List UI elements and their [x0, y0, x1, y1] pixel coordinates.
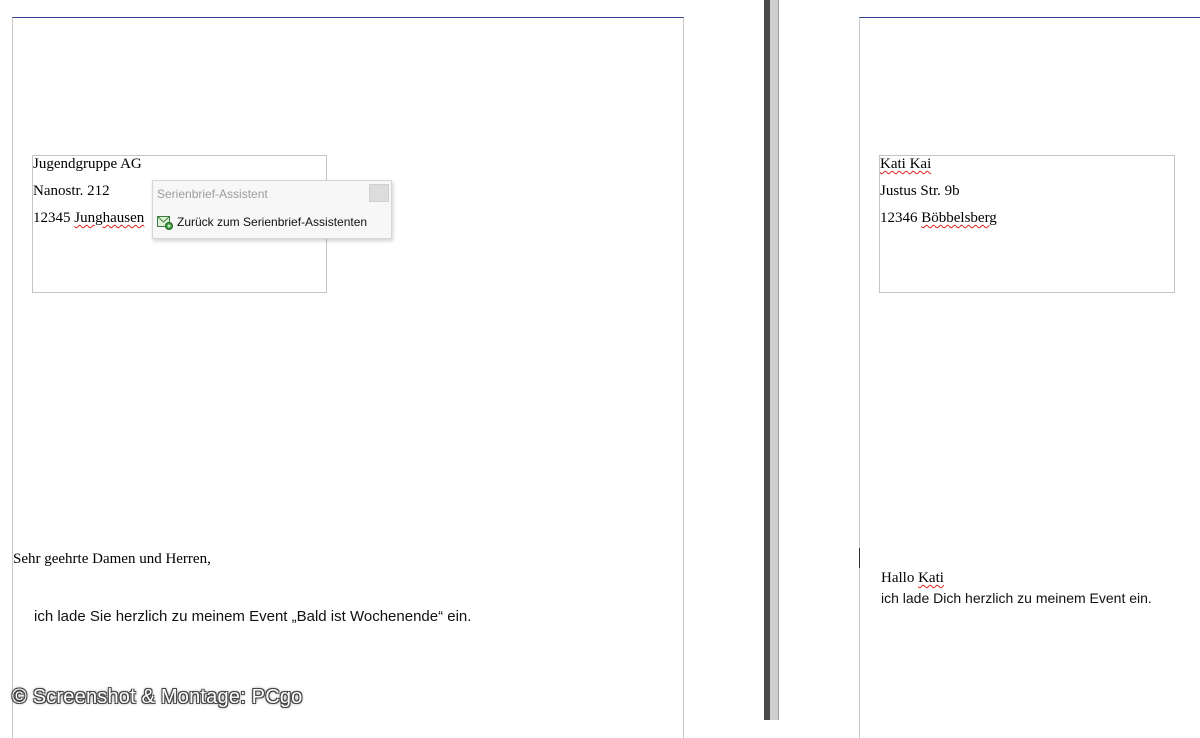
popup-title: Serienbrief-Assistent	[157, 187, 268, 201]
body-text-right: ich lade Dich herzlich zu meinem Event e…	[881, 590, 1152, 606]
salutation-right: Hallo Kati	[881, 570, 944, 587]
body-text-left: ich lade Sie herzlich zu meinem Event „B…	[34, 608, 472, 625]
mail-merge-wizard-icon	[157, 216, 173, 230]
address-block-right[interactable]: Kati Kai Justus Str. 9b 12346 Böbbelsber…	[879, 155, 1175, 293]
salutation-prefix: Hallo	[881, 570, 915, 586]
address-line-city: 12346 Böbbelsberg	[880, 210, 997, 227]
page-gap	[770, 0, 779, 720]
address-zip: 12346	[880, 210, 918, 226]
salutation-name: Kati	[918, 570, 944, 586]
address-line-street: Nanostr. 212	[33, 183, 110, 199]
mail-merge-popup: Serienbrief-Assistent Zurück zum Serienb…	[152, 180, 392, 239]
address-line-street: Justus Str. 9b	[880, 183, 960, 199]
text-cursor	[859, 548, 860, 568]
back-to-mail-merge-wizard-button[interactable]: Zurück zum Serienbrief-Assistenten	[155, 211, 387, 233]
address-line-name: Kati Kai	[880, 156, 932, 172]
popup-close-button[interactable]	[369, 184, 389, 202]
watermark-credit: © Screenshot & Montage: PCgo	[12, 686, 303, 708]
address-line-city: 12345 Junghausen	[33, 210, 144, 227]
address-zip: 12345	[33, 210, 71, 226]
address-line-name: Jugendgruppe AG	[33, 156, 142, 172]
document-page-left[interactable]	[12, 17, 684, 738]
document-page-right[interactable]	[859, 17, 1200, 738]
popup-item-label: Zurück zum Serienbrief-Assistenten	[177, 215, 368, 229]
address-city: Junghausen	[74, 210, 145, 226]
address-city: Böbbelsberg	[921, 210, 997, 226]
salutation-left: Sehr geehrte Damen und Herren,	[13, 551, 211, 567]
